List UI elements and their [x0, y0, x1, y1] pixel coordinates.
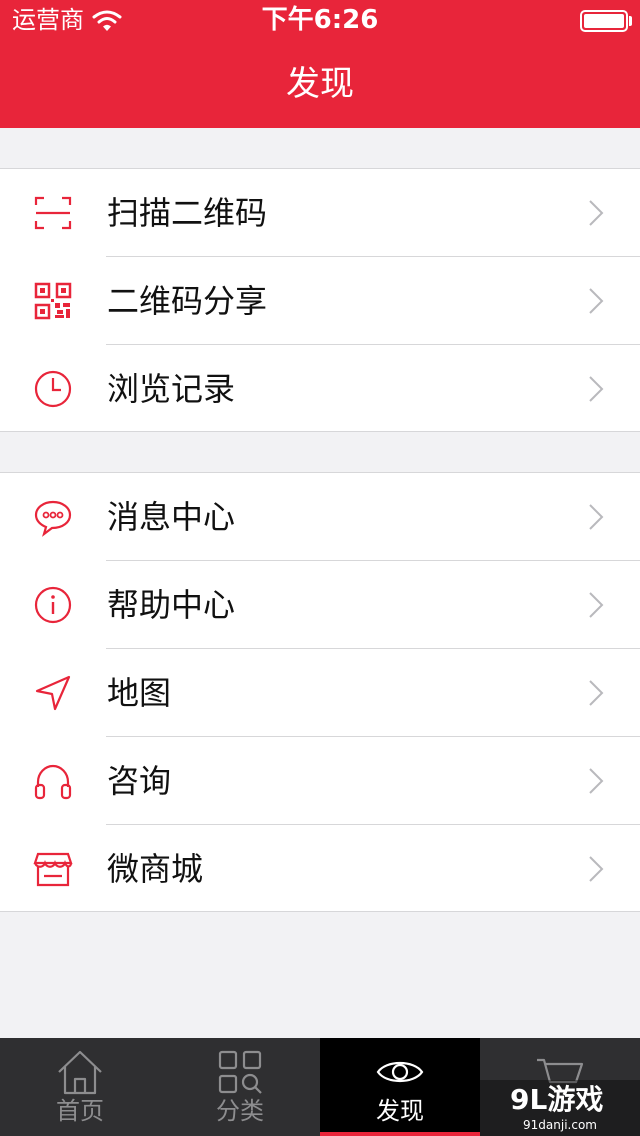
tab-discover[interactable]: 发现: [320, 1038, 480, 1136]
status-time: 下午6:26: [261, 5, 379, 35]
status-bar: 运营商 下午6:26: [0, 0, 640, 40]
qr-code-icon: [34, 282, 72, 320]
menu-item-consult[interactable]: 咨询: [0, 737, 640, 825]
tab-label: 首页: [56, 1097, 104, 1125]
menu-item-scan-qr[interactable]: 扫描二维码: [0, 169, 640, 257]
location-arrow-icon: [35, 675, 71, 711]
menu-item-label: 帮助中心: [107, 586, 236, 624]
active-tab-indicator: [320, 1132, 480, 1136]
menu-item-qr-share[interactable]: 二维码分享: [0, 257, 640, 345]
chevron-right-icon: [589, 200, 604, 226]
headphones-icon: [34, 764, 72, 800]
menu-item-messages[interactable]: 消息中心: [0, 473, 640, 561]
clock-icon: [34, 370, 72, 408]
page-title: 发现: [286, 64, 354, 104]
menu-item-help[interactable]: 帮助中心: [0, 561, 640, 649]
watermark-url: 91danji.com: [523, 1118, 597, 1132]
menu-item-map[interactable]: 地图: [0, 649, 640, 737]
menu-item-label: 消息中心: [107, 498, 236, 536]
tab-label: 分类: [216, 1097, 264, 1125]
battery-tip: [629, 16, 632, 26]
tab-category[interactable]: 分类: [160, 1038, 320, 1136]
store-icon: [33, 852, 73, 887]
chevron-right-icon: [589, 592, 604, 618]
tab-home[interactable]: 首页: [0, 1038, 160, 1136]
menu-group-1: 扫描二维码 二维码分享 浏览记录: [0, 168, 640, 432]
menu-item-label: 二维码分享: [107, 282, 268, 320]
nav-header: 运营商 下午6:26 发现: [0, 0, 640, 128]
menu-item-label: 地图: [107, 674, 172, 712]
chevron-right-icon: [589, 376, 604, 402]
chevron-right-icon: [589, 856, 604, 882]
eye-icon: [376, 1061, 424, 1083]
menu-item-label: 扫描二维码: [107, 194, 268, 232]
home-icon: [58, 1050, 102, 1095]
category-search-icon: [218, 1050, 262, 1094]
chat-bubble-icon: [34, 500, 72, 537]
menu-item-label: 浏览记录: [107, 370, 236, 408]
chevron-right-icon: [589, 504, 604, 530]
menu-item-label: 微商城: [107, 850, 204, 888]
chevron-right-icon: [589, 680, 604, 706]
tab-label: 发现: [376, 1097, 424, 1125]
battery-icon: [580, 10, 628, 32]
chevron-right-icon: [589, 288, 604, 314]
scan-icon: [34, 196, 72, 230]
menu-group-2: 消息中心 帮助中心 地图 咨询 微商城: [0, 472, 640, 912]
menu-item-store[interactable]: 微商城: [0, 825, 640, 913]
info-icon: [34, 586, 72, 624]
watermark: 9L游戏 91danji.com: [480, 1080, 640, 1136]
chevron-right-icon: [589, 768, 604, 794]
watermark-logo: 9L游戏: [510, 1083, 604, 1116]
menu-item-history[interactable]: 浏览记录: [0, 345, 640, 433]
menu-item-label: 咨询: [107, 762, 172, 800]
